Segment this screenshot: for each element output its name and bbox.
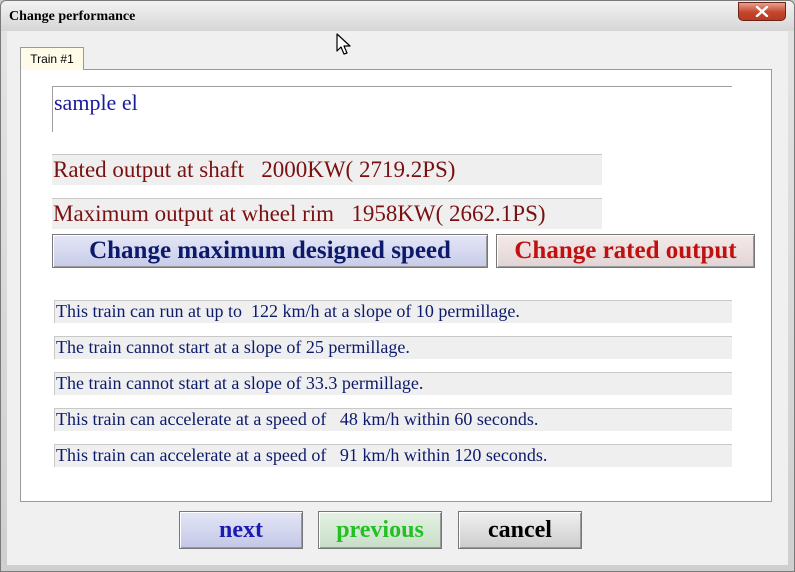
- previous-button[interactable]: previous: [318, 511, 442, 549]
- result-line: This train can accelerate at a speed of …: [54, 444, 732, 467]
- change-max-speed-button[interactable]: Change maximum designed speed: [52, 234, 488, 268]
- result-line: The train cannot start at a slope of 33.…: [54, 372, 732, 395]
- rated-output-display: Rated output at shaft 2000KW( 2719.2PS): [52, 154, 602, 185]
- cancel-button[interactable]: cancel: [458, 511, 582, 549]
- tab-train-1[interactable]: Train #1: [20, 47, 84, 70]
- result-line: This train can accelerate at a speed of …: [54, 408, 732, 431]
- window-title: Change performance: [9, 9, 136, 24]
- train-name-field[interactable]: sample el: [52, 86, 732, 132]
- result-line: This train can run at up to 122 km/h at …: [54, 300, 732, 323]
- next-button[interactable]: next: [179, 511, 303, 549]
- close-button[interactable]: [738, 2, 786, 21]
- result-line: The train cannot start at a slope of 25 …: [54, 336, 732, 359]
- tab-panel: [20, 69, 772, 502]
- change-rated-output-button[interactable]: Change rated output: [496, 234, 755, 268]
- close-icon: [755, 6, 769, 17]
- title-bar[interactable]: Change performance: [1, 1, 794, 31]
- mouse-pointer-icon: [336, 33, 351, 55]
- max-output-display: Maximum output at wheel rim 1958KW( 2662…: [52, 198, 602, 229]
